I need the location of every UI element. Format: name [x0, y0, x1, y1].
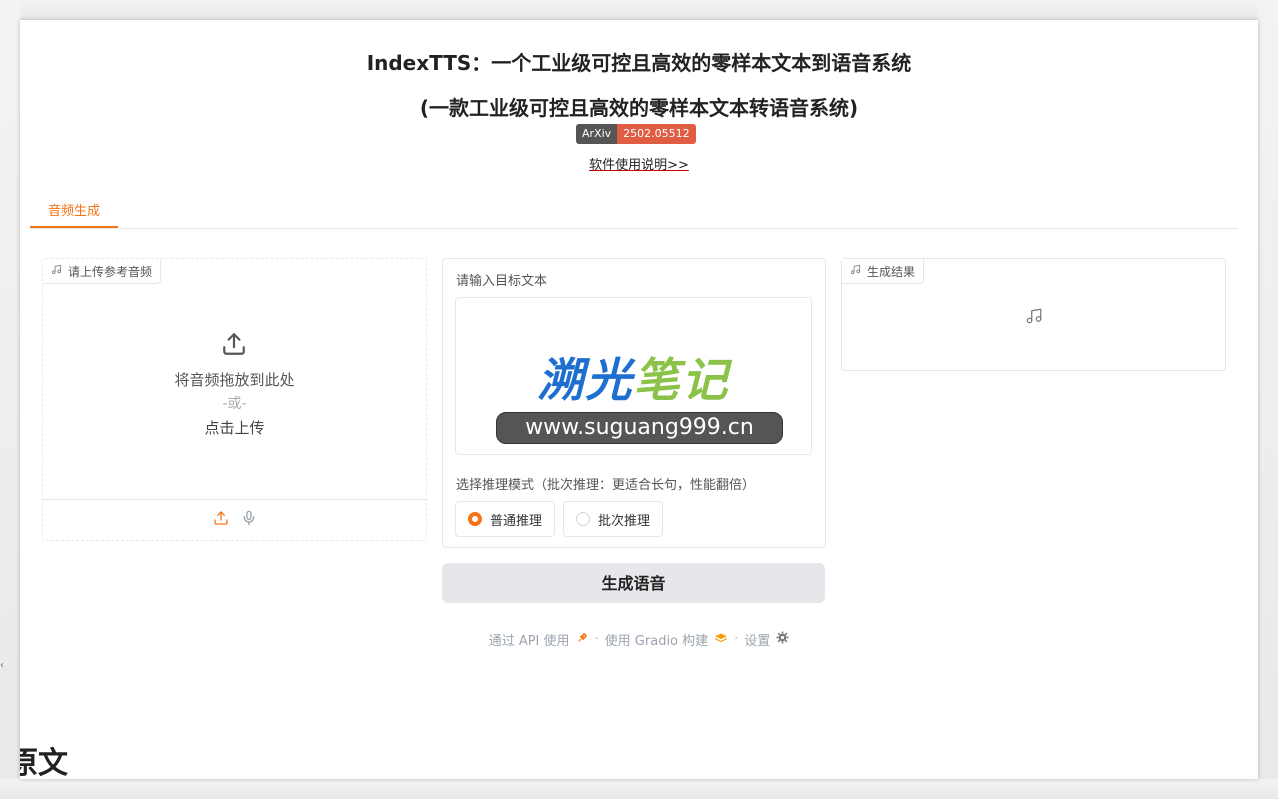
footer-separator: ·: [594, 632, 599, 647]
inference-mode-label: 选择推理模式（批次推理：更适合长句，性能翻倍）: [456, 478, 756, 493]
upload-panel-label-text: 请上传参考音频: [68, 264, 153, 279]
page-title: IndexTTS：一个工业级可控且高效的零样本文本到语音系统: [366, 51, 912, 75]
music-note-icon: [850, 264, 861, 278]
music-note-icon: [1025, 307, 1043, 329]
result-audio-panel: 生成结果: [841, 258, 1226, 371]
manual-link[interactable]: 软件使用说明>>: [20, 154, 1258, 173]
drop-or-text: -或-: [222, 396, 247, 412]
window-frame-bottom: [0, 779, 1278, 799]
gradio-footer: 通过 API 使用 · 使用 Gradio 构建 · 设置: [20, 630, 1258, 649]
radio-label: 普通推理: [490, 513, 543, 529]
music-note-icon: [51, 264, 62, 278]
upload-arrow-icon: [221, 331, 247, 361]
watermark-logo: 溯光笔记: [456, 344, 811, 410]
result-panel-label-text: 生成结果: [867, 264, 916, 279]
radio-batch-inference[interactable]: 批次推理: [563, 501, 664, 537]
drop-instruction: 将音频拖放到此处: [174, 371, 295, 389]
api-link[interactable]: 通过 API 使用: [489, 630, 570, 649]
radio-normal-inference[interactable]: 普通推理: [455, 501, 556, 537]
target-text-label: 请输入目标文本: [456, 274, 548, 289]
watermark-logo-part1: 溯光: [537, 353, 634, 407]
inference-mode-radio-group: 普通推理 批次推理: [455, 501, 664, 537]
reference-audio-upload[interactable]: 请上传参考音频 将音频拖放到此处 -或- 点击上传: [42, 258, 427, 541]
result-panel-label: 生成结果: [842, 259, 925, 284]
arxiv-badge[interactable]: ArXiv 2502.05512: [576, 124, 696, 144]
radio-dot: [576, 512, 591, 526]
settings-link[interactable]: 设置: [744, 630, 770, 649]
click-upload-text[interactable]: 点击上传: [43, 417, 426, 438]
window-frame-right: [1258, 0, 1278, 799]
partial-heading: 原文: [20, 746, 68, 779]
watermark-logo-part2: 笔记: [633, 353, 730, 407]
tab-bar: 音频生成: [30, 198, 1238, 229]
gradio-link[interactable]: 使用 Gradio 构建: [605, 630, 708, 649]
upload-icon[interactable]: [213, 510, 229, 530]
radio-label: 批次推理: [598, 513, 651, 529]
radio-dot-selected: [468, 512, 482, 526]
gradio-logo-icon: [714, 632, 728, 648]
generate-speech-button[interactable]: 生成语音: [442, 563, 825, 603]
arxiv-badge-label: ArXiv: [576, 124, 618, 144]
upload-panel-label: 请上传参考音频: [43, 259, 162, 284]
target-text-input[interactable]: 溯光笔记 www.suguang999.cn: [455, 297, 812, 455]
drag-handle-icon[interactable]: ‹: [0, 660, 4, 671]
page-subtitle: (一款工业级可控且高效的零样本文本转语音系统): [419, 96, 859, 120]
tab-audio-generation[interactable]: 音频生成: [30, 198, 118, 228]
arxiv-badge-id: 2502.05512: [617, 124, 696, 144]
watermark-url: www.suguang999.cn: [496, 412, 783, 444]
microphone-icon[interactable]: [241, 510, 257, 530]
target-text-panel: 请输入目标文本 溯光笔记 www.suguang999.cn 选择推理模式（批次…: [442, 258, 826, 548]
window-frame-top: [0, 0, 1278, 20]
rocket-icon: [576, 631, 589, 648]
gear-icon[interactable]: [776, 631, 789, 648]
window-frame-left: [0, 0, 20, 799]
app-page: IndexTTS：一个工业级可控且高效的零样本文本到语音系统 (一款工业级可控且…: [20, 20, 1258, 779]
upload-source-bar: [43, 499, 426, 540]
footer-separator: ·: [734, 632, 739, 647]
